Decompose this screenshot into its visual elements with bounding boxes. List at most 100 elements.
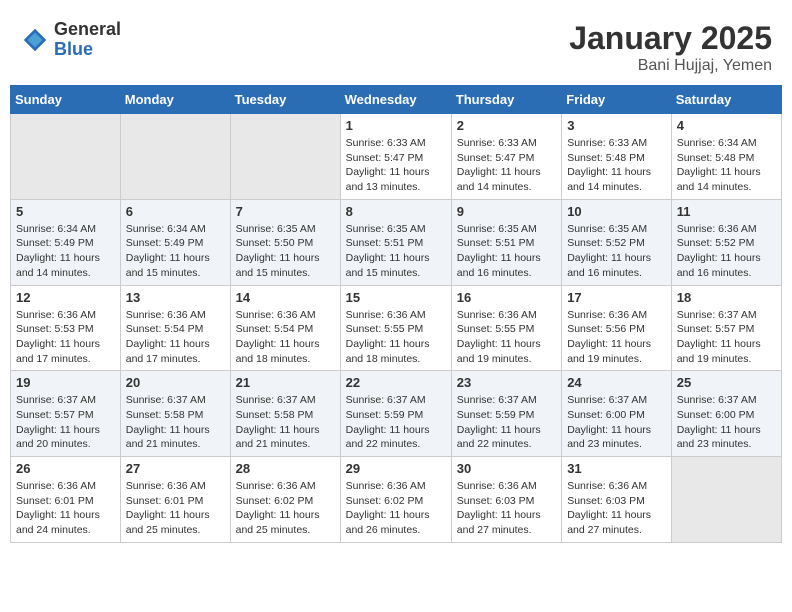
cell-info: Sunrise: 6:36 AMSunset: 6:01 PMDaylight:… <box>126 479 225 538</box>
calendar-cell: 20Sunrise: 6:37 AMSunset: 5:58 PMDayligh… <box>120 371 230 457</box>
calendar-cell: 8 Sunrise: 6:35 AMSunset: 5:51 PMDaylight… <box>340 199 451 285</box>
calendar-cell: 6Sunrise: 6:34 AMSunset: 5:49 PMDaylight… <box>120 199 230 285</box>
weekday-header-saturday: Saturday <box>671 86 781 114</box>
calendar-cell <box>671 457 781 543</box>
day-number: 4 <box>677 118 776 133</box>
cell-info: Sunrise: 6:36 AMSunset: 5:53 PMDaylight:… <box>16 308 115 367</box>
calendar-cell: 24 Sunrise: 6:37 AMSunset: 6:00 PMDayligh… <box>562 371 672 457</box>
calendar-cell: 25 Sunrise: 6:37 AMSunset: 6:00 PMDayligh… <box>671 371 781 457</box>
calendar-cell: 5Sunrise: 6:34 AMSunset: 5:49 PMDaylight… <box>11 199 121 285</box>
cell-info: Sunrise: 6:37 AMSunset: 5:59 PMDaylight:… <box>457 393 556 452</box>
logo: General Blue <box>20 20 121 60</box>
cell-info: Sunrise: 6:36 AMSunset: 6:03 PMDaylight:… <box>457 479 556 538</box>
cell-info: Sunrise: 6:34 AMSunset: 5:48 PMDaylight:… <box>677 136 776 195</box>
logo-text: General Blue <box>54 20 121 60</box>
day-number: 8 <box>346 204 446 219</box>
calendar-cell: 1Sunrise: 6:33 AMSunset: 5:47 PMDaylight… <box>340 114 451 200</box>
calendar-cell: 27 Sunrise: 6:36 AMSunset: 6:01 PMDayligh… <box>120 457 230 543</box>
day-number: 25 <box>677 375 776 390</box>
day-number: 16 <box>457 290 556 305</box>
cell-info: Sunrise: 6:37 AMSunset: 5:59 PMDaylight:… <box>346 393 446 452</box>
title-block: January 2025 Bani Hujjaj, Yemen <box>569 20 772 75</box>
day-number: 6 <box>126 204 225 219</box>
day-number: 30 <box>457 461 556 476</box>
logo-general: General <box>54 19 121 39</box>
day-number: 19 <box>16 375 115 390</box>
calendar-cell: 4 Sunrise: 6:34 AMSunset: 5:48 PMDaylight… <box>671 114 781 200</box>
day-number: 26 <box>16 461 115 476</box>
calendar-cell: 31 Sunrise: 6:36 AMSunset: 6:03 PMDayligh… <box>562 457 672 543</box>
cell-info: Sunrise: 6:37 AMSunset: 5:58 PMDaylight:… <box>236 393 335 452</box>
weekday-header-friday: Friday <box>562 86 672 114</box>
day-number: 18 <box>677 290 776 305</box>
calendar-table: SundayMondayTuesdayWednesdayThursdayFrid… <box>10 85 782 543</box>
page-header: General Blue January 2025 Bani Hujjaj, Y… <box>10 10 782 80</box>
day-number: 17 <box>567 290 666 305</box>
cell-info: Sunrise: 6:36 AMSunset: 5:55 PMDaylight:… <box>346 308 446 367</box>
day-number: 24 <box>567 375 666 390</box>
day-number: 27 <box>126 461 225 476</box>
cell-info: Sunrise: 6:37 AMSunset: 6:00 PMDaylight:… <box>567 393 666 452</box>
day-number: 28 <box>236 461 335 476</box>
day-number: 31 <box>567 461 666 476</box>
calendar-cell: 13Sunrise: 6:36 AMSunset: 5:54 PMDayligh… <box>120 285 230 371</box>
day-number: 23 <box>457 375 556 390</box>
day-number: 14 <box>236 290 335 305</box>
cell-info: Sunrise: 6:36 AMSunset: 5:55 PMDaylight:… <box>457 308 556 367</box>
logo-blue: Blue <box>54 39 93 59</box>
day-number: 20 <box>126 375 225 390</box>
calendar-week-row: 26 Sunrise: 6:36 AMSunset: 6:01 PMDayligh… <box>11 457 782 543</box>
cell-info: Sunrise: 6:36 AMSunset: 6:02 PMDaylight:… <box>346 479 446 538</box>
calendar-cell <box>11 114 121 200</box>
calendar-cell: 23 Sunrise: 6:37 AMSunset: 5:59 PMDayligh… <box>451 371 561 457</box>
calendar-cell: 17 Sunrise: 6:36 AMSunset: 5:56 PMDayligh… <box>562 285 672 371</box>
weekday-header-row: SundayMondayTuesdayWednesdayThursdayFrid… <box>11 86 782 114</box>
day-number: 29 <box>346 461 446 476</box>
calendar-cell: 10Sunrise: 6:35 AMSunset: 5:52 PMDayligh… <box>562 199 672 285</box>
cell-info: Sunrise: 6:36 AMSunset: 5:54 PMDaylight:… <box>236 308 335 367</box>
cell-info: Sunrise: 6:36 AMSunset: 6:03 PMDaylight:… <box>567 479 666 538</box>
cell-info: Sunrise: 6:35 AMSunset: 5:50 PMDaylight:… <box>236 222 335 281</box>
cell-info: Sunrise: 6:33 AMSunset: 5:47 PMDaylight:… <box>457 136 556 195</box>
weekday-header-sunday: Sunday <box>11 86 121 114</box>
calendar-cell: 18 Sunrise: 6:37 AMSunset: 5:57 PMDayligh… <box>671 285 781 371</box>
day-number: 2 <box>457 118 556 133</box>
calendar-cell: 16 Sunrise: 6:36 AMSunset: 5:55 PMDayligh… <box>451 285 561 371</box>
calendar-cell: 22 Sunrise: 6:37 AMSunset: 5:59 PMDayligh… <box>340 371 451 457</box>
cell-info: Sunrise: 6:36 AMSunset: 5:56 PMDaylight:… <box>567 308 666 367</box>
weekday-header-monday: Monday <box>120 86 230 114</box>
calendar-cell: 30 Sunrise: 6:36 AMSunset: 6:03 PMDayligh… <box>451 457 561 543</box>
cell-info: Sunrise: 6:37 AMSunset: 5:57 PMDaylight:… <box>677 308 776 367</box>
calendar-cell: 7Sunrise: 6:35 AMSunset: 5:50 PMDaylight… <box>230 199 340 285</box>
day-number: 21 <box>236 375 335 390</box>
cell-info: Sunrise: 6:35 AMSunset: 5:51 PMDaylight:… <box>346 222 446 281</box>
weekday-header-wednesday: Wednesday <box>340 86 451 114</box>
calendar-cell: 3Sunrise: 6:33 AMSunset: 5:48 PMDaylight… <box>562 114 672 200</box>
calendar-cell: 11 Sunrise: 6:36 AMSunset: 5:52 PMDayligh… <box>671 199 781 285</box>
calendar-cell: 15 Sunrise: 6:36 AMSunset: 5:55 PMDayligh… <box>340 285 451 371</box>
cell-info: Sunrise: 6:36 AMSunset: 6:02 PMDaylight:… <box>236 479 335 538</box>
calendar-cell: 21 Sunrise: 6:37 AMSunset: 5:58 PMDayligh… <box>230 371 340 457</box>
calendar-week-row: 1Sunrise: 6:33 AMSunset: 5:47 PMDaylight… <box>11 114 782 200</box>
day-number: 3 <box>567 118 666 133</box>
day-number: 9 <box>457 204 556 219</box>
month-year-title: January 2025 <box>569 20 772 57</box>
day-number: 22 <box>346 375 446 390</box>
logo-icon <box>20 25 50 55</box>
cell-info: Sunrise: 6:35 AMSunset: 5:52 PMDaylight:… <box>567 222 666 281</box>
calendar-cell: 14 Sunrise: 6:36 AMSunset: 5:54 PMDayligh… <box>230 285 340 371</box>
calendar-cell: 19 Sunrise: 6:37 AMSunset: 5:57 PMDayligh… <box>11 371 121 457</box>
cell-info: Sunrise: 6:36 AMSunset: 5:52 PMDaylight:… <box>677 222 776 281</box>
day-number: 15 <box>346 290 446 305</box>
cell-info: Sunrise: 6:37 AMSunset: 5:57 PMDaylight:… <box>16 393 115 452</box>
location-subtitle: Bani Hujjaj, Yemen <box>569 57 772 75</box>
weekday-header-thursday: Thursday <box>451 86 561 114</box>
cell-info: Sunrise: 6:34 AMSunset: 5:49 PMDaylight:… <box>16 222 115 281</box>
calendar-week-row: 19 Sunrise: 6:37 AMSunset: 5:57 PMDayligh… <box>11 371 782 457</box>
cell-info: Sunrise: 6:37 AMSunset: 6:00 PMDaylight:… <box>677 393 776 452</box>
calendar-week-row: 5Sunrise: 6:34 AMSunset: 5:49 PMDaylight… <box>11 199 782 285</box>
day-number: 11 <box>677 204 776 219</box>
weekday-header-tuesday: Tuesday <box>230 86 340 114</box>
cell-info: Sunrise: 6:35 AMSunset: 5:51 PMDaylight:… <box>457 222 556 281</box>
calendar-cell: 9 Sunrise: 6:35 AMSunset: 5:51 PMDaylight… <box>451 199 561 285</box>
